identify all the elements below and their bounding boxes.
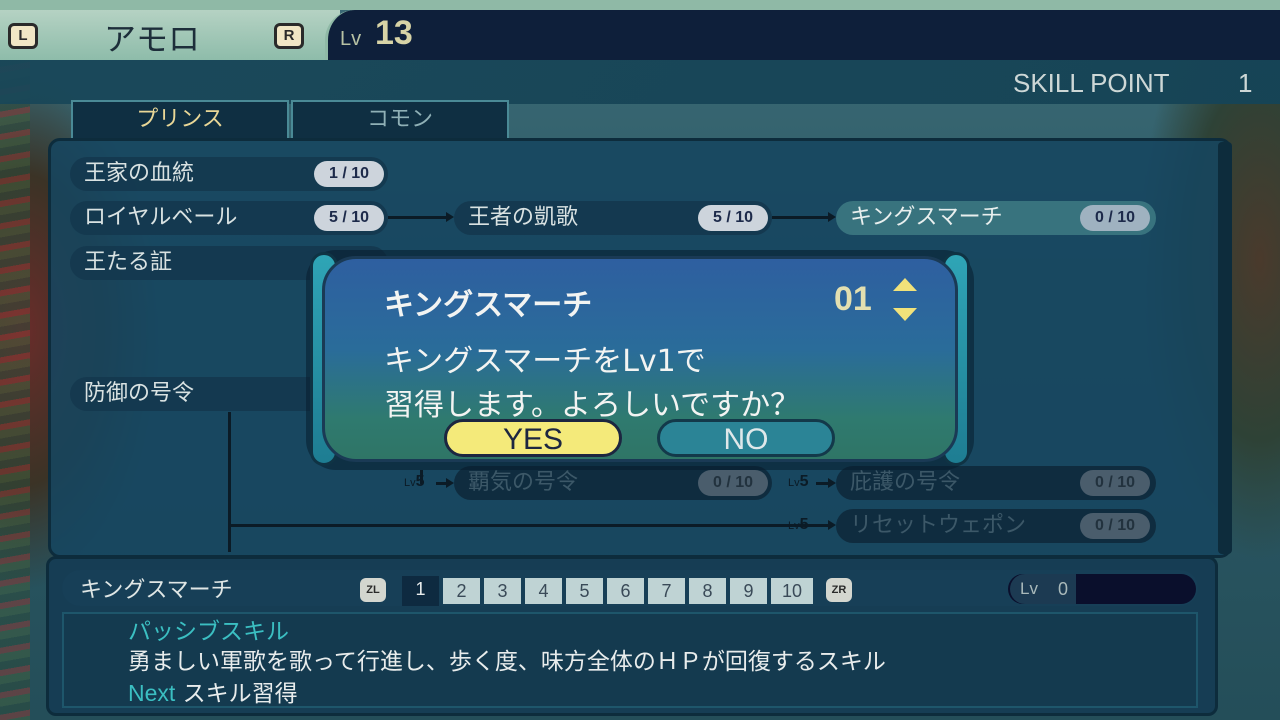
top-strip	[0, 0, 1280, 10]
character-name: アモロ	[104, 20, 201, 58]
dialog-message-line1: キングスマーチをLv1で	[384, 344, 706, 379]
level-tab-9[interactable]: 9	[730, 578, 767, 604]
required-level-label: Lv5	[788, 516, 809, 533]
skill-node-royal-blood[interactable]: 王家の血統 1 / 10	[70, 157, 388, 191]
arrow-icon	[828, 478, 836, 488]
required-level-label: Lv5	[404, 473, 425, 490]
skill-type: パッシブスキル	[128, 619, 289, 645]
skill-points-badge: 5 / 10	[698, 205, 768, 231]
skill-name: 庇護の号令	[850, 470, 961, 495]
zr-button-icon[interactable]: ZR	[826, 578, 852, 602]
next-level-info: Next スキル習得	[128, 674, 298, 708]
level-tab-4[interactable]: 4	[525, 578, 562, 604]
skill-level-value: 0	[1058, 579, 1069, 599]
arrow-icon	[446, 478, 454, 488]
skill-node-reset-weapon[interactable]: リセットウェポン 0 / 10	[836, 509, 1156, 543]
skill-name: 防御の号令	[84, 381, 195, 406]
level-tab-7[interactable]: 7	[648, 578, 685, 604]
connector-line	[228, 412, 231, 552]
skill-info-name: キングスマーチ	[80, 578, 233, 603]
yes-button[interactable]: YES	[444, 419, 622, 457]
level-value: 13	[375, 14, 413, 52]
skill-name: 王者の凱歌	[468, 205, 579, 230]
level-tab-3[interactable]: 3	[484, 578, 521, 604]
skill-description: 勇ましい軍歌を歌って行進し、歩く度、味方全体のＨＰが回復するスキル	[128, 649, 886, 675]
level-tab-5[interactable]: 5	[566, 578, 603, 604]
level-tab-1[interactable]: 1	[402, 576, 439, 606]
arrow-icon	[828, 520, 836, 530]
skill-points-badge: 0 / 10	[1080, 513, 1150, 539]
skill-node-royal-veil[interactable]: ロイヤルベール 5 / 10	[70, 201, 388, 235]
connector-line	[772, 216, 830, 219]
dialog-title: キングスマーチ	[384, 288, 593, 323]
skill-name: リセットウェポン	[850, 513, 1027, 538]
level-amount-value: 01	[834, 280, 872, 318]
skill-points-badge: 1 / 10	[314, 161, 384, 187]
skill-node-kings-triumph[interactable]: 王者の凱歌 5 / 10	[454, 201, 772, 235]
arrow-icon	[828, 212, 836, 222]
decrement-arrow-icon[interactable]	[893, 308, 917, 321]
skill-name: ロイヤルベール	[84, 205, 238, 230]
skill-name: 王たる証	[84, 250, 173, 275]
tab-common[interactable]: コモン	[291, 100, 509, 138]
r-shoulder-button-icon[interactable]: R	[274, 23, 304, 49]
skill-node-protection-command[interactable]: 庇護の号令 0 / 10	[836, 466, 1156, 500]
scrollbar[interactable]	[1218, 142, 1232, 554]
next-label: Next	[128, 680, 176, 706]
skill-point-label: SKILL POINT	[1013, 68, 1170, 98]
skill-node-kings-march[interactable]: キングスマーチ 0 / 10	[836, 201, 1156, 235]
dialog-message: キングスマーチをLv1で 習得します。よろしいですか？	[384, 340, 800, 428]
skill-points-badge: 0 / 10	[698, 470, 768, 496]
required-level-label: Lv5	[788, 473, 809, 490]
tab-prince[interactable]: プリンス	[71, 100, 289, 138]
skill-points-badge: 0 / 10	[1080, 470, 1150, 496]
skill-points-badge: 5 / 10	[314, 205, 384, 231]
no-button[interactable]: NO	[657, 419, 835, 457]
skill-node-spirit-command[interactable]: 覇気の号令 0 / 10	[454, 466, 772, 500]
skill-name: 王家の血統	[84, 161, 195, 186]
level-tab-2[interactable]: 2	[443, 578, 480, 604]
level-tab-10[interactable]: 10	[771, 578, 813, 604]
increment-arrow-icon[interactable]	[893, 278, 917, 291]
level-label: Lv	[340, 28, 362, 50]
skill-name: 覇気の号令	[468, 470, 579, 495]
skill-name: キングスマーチ	[850, 205, 1003, 230]
level-tab-8[interactable]: 8	[689, 578, 726, 604]
skill-point-value: 1	[1238, 68, 1253, 98]
connector-line	[388, 216, 448, 219]
level-tab-6[interactable]: 6	[607, 578, 644, 604]
arrow-icon	[446, 212, 454, 222]
level-plate	[325, 10, 1280, 60]
l-shoulder-button-icon[interactable]: L	[8, 23, 38, 49]
zl-button-icon[interactable]: ZL	[360, 578, 386, 602]
connector-line	[228, 524, 828, 527]
next-text: スキル習得	[182, 681, 298, 707]
skill-points-badge: 0 / 10	[1080, 205, 1150, 231]
